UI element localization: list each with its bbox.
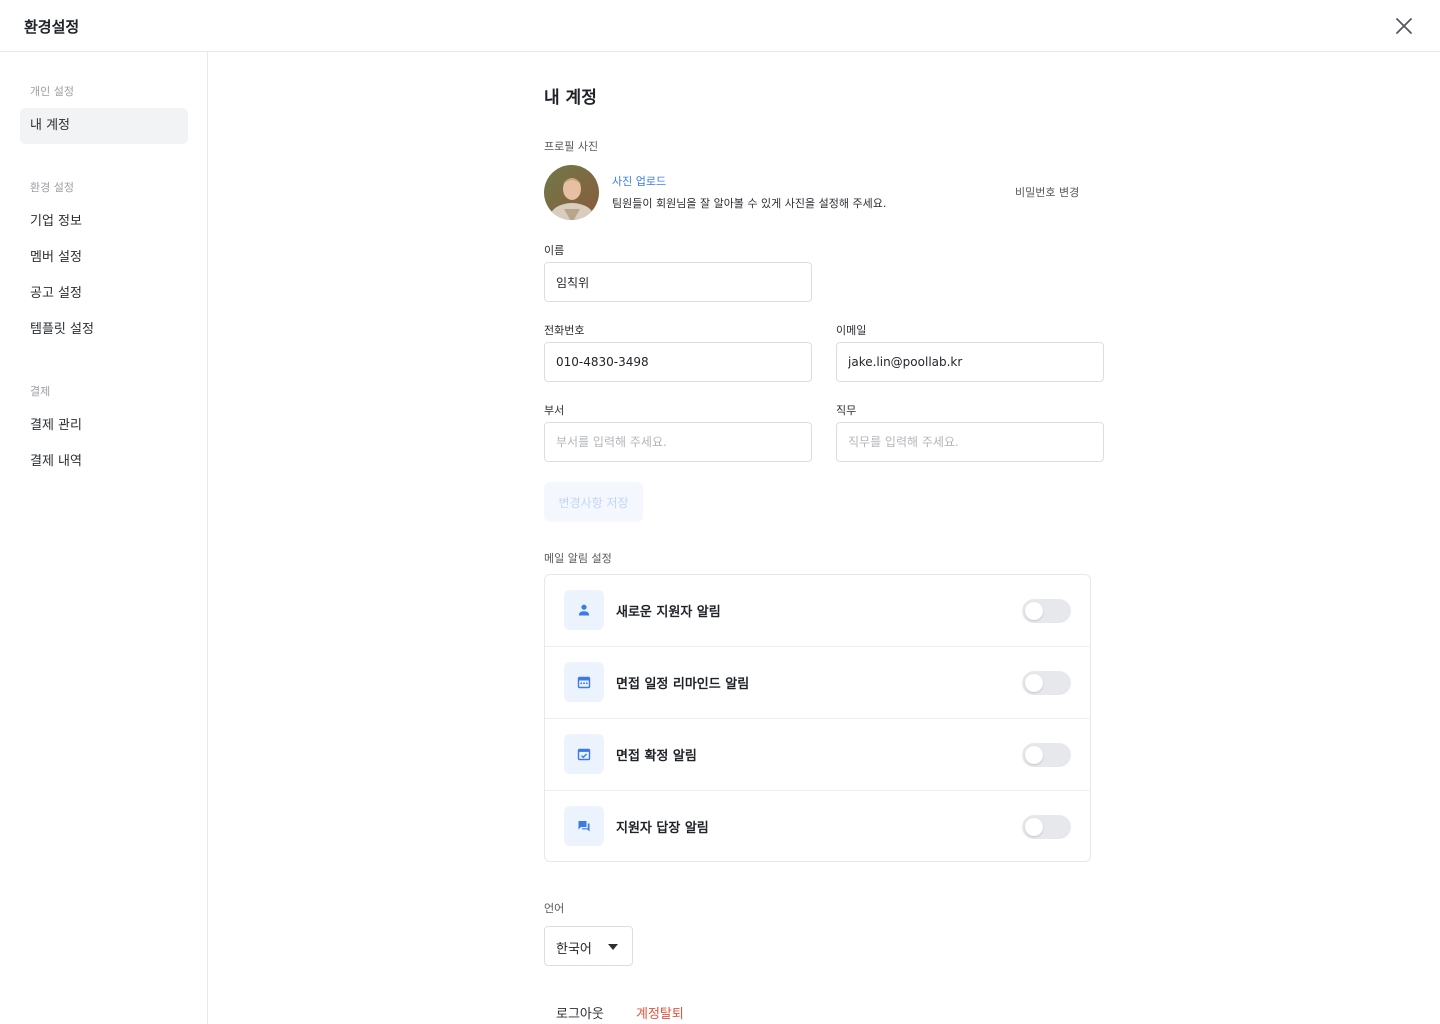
person-icon	[564, 590, 604, 630]
calendar-check-icon	[564, 734, 604, 774]
sidebar-item-payment-management[interactable]: 결제 관리	[20, 408, 188, 444]
toggle-knob	[1025, 746, 1043, 764]
sidebar-group-personal: 개인 설정	[30, 85, 74, 98]
close-icon	[1396, 18, 1412, 34]
name-label: 이름	[544, 244, 565, 257]
sidebar-item-payment-history[interactable]: 결제 내역	[20, 444, 188, 480]
notification-label: 면접 일정 리마인드 알림	[616, 677, 750, 692]
sidebar: 개인 설정 내 계정 환경 설정 기업 정보 멤버 설정 공고 설정 템플릿 설…	[0, 52, 208, 1024]
job-label: 직무	[836, 404, 857, 417]
toggle-knob	[1025, 674, 1043, 692]
email-label: 이메일	[836, 324, 867, 337]
main-content: 내 계정 프로필 사진 사진 업로드 팀원들이 회원님을 잘 알아볼 수 있게 …	[209, 52, 1440, 1024]
header: 환경설정	[0, 0, 1440, 52]
page-title: 내 계정	[544, 88, 597, 108]
notification-label: 새로운 지원자 알림	[616, 605, 721, 620]
page-header-title: 환경설정	[24, 18, 80, 36]
logout-button[interactable]: 로그아웃	[556, 1003, 604, 1022]
language-value: 한국어	[556, 942, 592, 957]
change-password-link[interactable]: 비밀번호 변경	[1015, 184, 1079, 200]
job-input[interactable]	[836, 422, 1104, 462]
phone-label: 전화번호	[544, 324, 585, 337]
name-input[interactable]	[544, 262, 812, 302]
mail-notification-label: 메일 알림 설정	[544, 552, 612, 565]
phone-input[interactable]	[544, 342, 812, 382]
notification-label: 지원자 답장 알림	[616, 821, 709, 836]
notification-list: 새로운 지원자 알림 면접 일정 리마인드 알림 면접 확정 알림 지원자 답장…	[544, 574, 1091, 862]
sidebar-item-posting-settings[interactable]: 공고 설정	[20, 276, 188, 312]
interview-reminder-toggle[interactable]	[1022, 671, 1071, 695]
notification-label: 면접 확정 알림	[616, 749, 697, 764]
withdraw-account-button[interactable]: 계정탈퇴	[636, 1003, 684, 1022]
close-button[interactable]	[1392, 14, 1416, 38]
language-select[interactable]: 한국어	[544, 926, 633, 966]
language-label: 언어	[544, 902, 565, 915]
notification-row-interview-reminder: 면접 일정 리마인드 알림	[545, 647, 1090, 719]
department-label: 부서	[544, 404, 565, 417]
chat-icon	[564, 806, 604, 846]
sidebar-group-payment: 결제	[30, 385, 51, 398]
toggle-knob	[1025, 818, 1043, 836]
applicant-reply-toggle[interactable]	[1022, 815, 1071, 839]
sidebar-group-environment: 환경 설정	[30, 181, 74, 194]
calendar-icon	[564, 662, 604, 702]
upload-photo-link[interactable]: 사진 업로드	[612, 173, 666, 189]
sidebar-item-template-settings[interactable]: 템플릿 설정	[20, 312, 188, 348]
sidebar-item-my-account[interactable]: 내 계정	[20, 108, 188, 144]
avatar[interactable]	[544, 165, 599, 220]
profile-photo-label: 프로필 사진	[544, 140, 599, 153]
caret-down-icon	[608, 944, 618, 950]
notification-row-new-applicant: 새로운 지원자 알림	[545, 575, 1090, 647]
sidebar-item-member-settings[interactable]: 멤버 설정	[20, 240, 188, 276]
new-applicant-toggle[interactable]	[1022, 599, 1071, 623]
toggle-knob	[1025, 602, 1043, 620]
upload-photo-description: 팀원들이 회원님을 잘 알아볼 수 있게 사진을 설정해 주세요.	[612, 197, 887, 210]
sidebar-item-company-info[interactable]: 기업 정보	[20, 204, 188, 240]
notification-row-applicant-reply: 지원자 답장 알림	[545, 791, 1090, 863]
save-changes-button[interactable]: 변경사항 저장	[544, 482, 643, 522]
avatar-image	[544, 165, 599, 220]
department-input[interactable]	[544, 422, 812, 462]
interview-confirm-toggle[interactable]	[1022, 743, 1071, 767]
notification-row-interview-confirm: 면접 확정 알림	[545, 719, 1090, 791]
email-input[interactable]	[836, 342, 1104, 382]
